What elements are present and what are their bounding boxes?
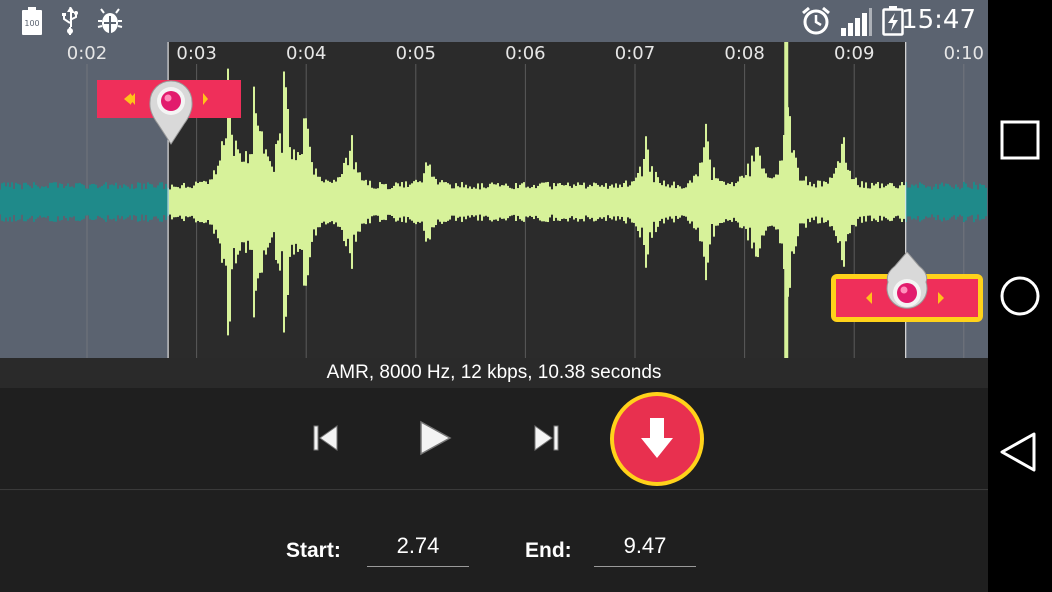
time-tick-label: 0:03 xyxy=(176,43,217,64)
start-label: Start: xyxy=(286,539,341,562)
save-button[interactable] xyxy=(608,390,706,493)
time-tick-label: 0:05 xyxy=(395,43,436,64)
time-tick-label: 0:02 xyxy=(66,43,108,64)
status-bar: 100 15:47 xyxy=(0,0,988,42)
skip-next-button[interactable] xyxy=(531,422,563,459)
signal-bars-icon xyxy=(840,8,872,41)
back-icon xyxy=(1000,432,1036,472)
end-time-field[interactable] xyxy=(594,525,696,567)
home-button[interactable] xyxy=(998,274,1042,318)
time-tick-label: 0:08 xyxy=(724,43,765,64)
alarm-clock-icon xyxy=(800,5,832,42)
status-clock: 15:47 xyxy=(901,5,976,35)
time-tick-label: 0:04 xyxy=(285,43,327,64)
time-tick-label: 0:10 xyxy=(943,43,984,64)
trim-range-editor: Start: End: xyxy=(0,491,988,592)
playback-controls xyxy=(0,388,988,490)
time-tick-label: 0:09 xyxy=(833,43,875,64)
start-marker-handle[interactable] xyxy=(97,78,243,151)
play-icon xyxy=(420,420,452,456)
back-button[interactable] xyxy=(998,430,1042,474)
home-icon xyxy=(1000,276,1040,316)
usb-icon xyxy=(60,6,80,40)
skip-previous-icon xyxy=(313,425,338,451)
play-button[interactable] xyxy=(416,418,454,463)
ringtone-editor-app: 100 15:47 0:02 0:03 0:04 0:05 0:06 0:07 … xyxy=(0,0,988,592)
svg-text:100: 100 xyxy=(24,19,39,28)
debug-bug-icon xyxy=(96,7,124,40)
time-tick-label: 0:07 xyxy=(614,43,656,64)
recent-apps-icon xyxy=(1000,120,1040,160)
recent-apps-button[interactable] xyxy=(998,118,1042,162)
skip-next-icon xyxy=(534,425,559,451)
battery-full-icon: 100 xyxy=(20,7,44,40)
waveform-timeline[interactable]: 0:02 0:03 0:04 0:05 0:06 0:07 0:08 0:09 0:10 xyxy=(0,42,988,358)
audio-info-text: AMR, 8000 Hz, 12 kbps, 10.38 seconds xyxy=(0,358,988,388)
skip-previous-button[interactable] xyxy=(309,422,341,459)
end-label: End: xyxy=(525,539,572,562)
start-time-field[interactable] xyxy=(367,525,469,567)
system-nav-bar xyxy=(988,0,1052,592)
end-marker-handle[interactable] xyxy=(829,251,985,331)
time-tick-label: 0:06 xyxy=(505,43,546,64)
